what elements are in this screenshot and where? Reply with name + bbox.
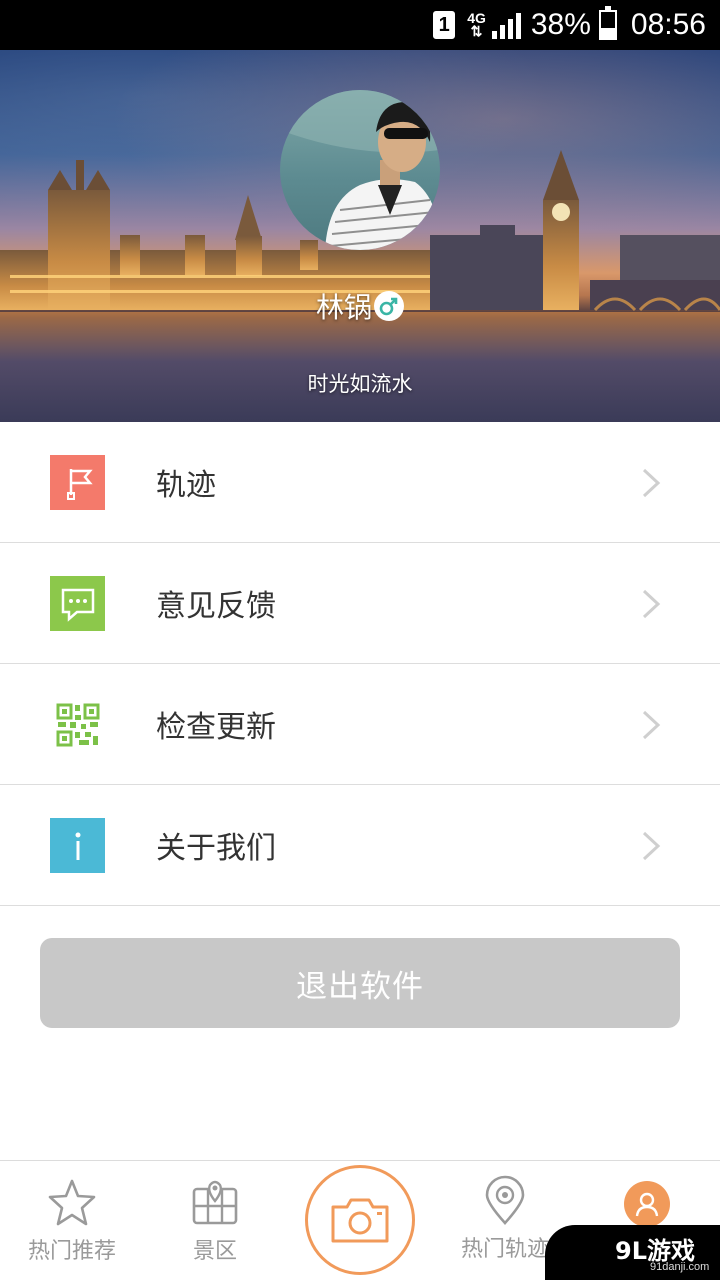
tab-label: 热门推荐 <box>27 1239 116 1264</box>
clock: 08:56 <box>630 8 706 41</box>
menu-item-label: 关于我们 <box>156 831 276 866</box>
network-type: 4G ⇅ <box>467 10 486 39</box>
tab-label: 热门轨迹 <box>460 1237 549 1262</box>
camera-icon <box>331 1198 389 1243</box>
logout-button[interactable]: 退出软件 <box>40 938 680 1028</box>
tab-hot-recommend[interactable]: 热门推荐 <box>22 1161 122 1280</box>
tab-label: 景区 <box>192 1239 237 1264</box>
tab-scenic[interactable]: 景区 <box>175 1161 255 1280</box>
battery-icon <box>598 6 617 40</box>
chevron-right-icon <box>642 831 661 861</box>
flag-icon <box>50 455 105 510</box>
settings-menu: 轨迹 意见反馈 检查更新 关于我们 <box>0 422 720 906</box>
map-icon <box>192 1180 238 1225</box>
avatar-photo <box>280 90 440 250</box>
tab-hot-track[interactable]: 热门轨迹 <box>455 1161 555 1280</box>
battery-percent: 38% <box>530 8 591 41</box>
camera-button[interactable] <box>305 1165 415 1275</box>
menu-item-label: 意见反馈 <box>156 589 276 624</box>
username: 林锅 <box>315 291 372 324</box>
river-reflection <box>0 312 720 422</box>
profile-header: 林锅 时光如流水 <box>0 50 720 422</box>
profile-motto: 时光如流水 <box>307 372 413 396</box>
info-icon <box>50 818 105 873</box>
avatar[interactable] <box>280 90 440 250</box>
chevron-right-icon <box>642 589 661 619</box>
menu-item-check-update[interactable]: 检查更新 <box>0 664 720 785</box>
menu-item-about[interactable]: 关于我们 <box>0 785 720 906</box>
watermark-site: 91danji.com <box>650 1261 710 1273</box>
message-icon <box>50 576 105 631</box>
chevron-right-icon <box>642 710 661 740</box>
menu-item-label: 轨迹 <box>156 468 216 503</box>
signal-icon <box>491 11 521 39</box>
male-symbol-icon <box>374 291 404 321</box>
star-icon <box>48 1179 96 1226</box>
qr-code-icon <box>50 697 105 752</box>
menu-item-feedback[interactable]: 意见反馈 <box>0 543 720 664</box>
sim-icon: 1 <box>433 11 456 39</box>
location-pin-icon <box>485 1175 525 1225</box>
status-bar: 1 4G ⇅ 38% 08:56 <box>0 0 720 50</box>
chevron-right-icon <box>642 468 661 498</box>
menu-item-track[interactable]: 轨迹 <box>0 422 720 543</box>
menu-item-label: 检查更新 <box>156 710 276 745</box>
site-watermark: 9L游戏 91danji.com <box>545 1225 720 1280</box>
user-icon <box>624 1181 670 1227</box>
username-row: 林锅 <box>0 286 720 326</box>
